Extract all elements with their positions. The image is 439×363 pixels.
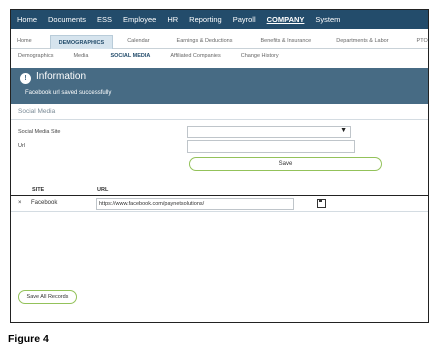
subnav-change-history[interactable]: Change History: [241, 53, 279, 59]
nav-company[interactable]: COMPANY: [267, 15, 305, 24]
url-input[interactable]: [187, 140, 355, 153]
nav-home[interactable]: Home: [17, 15, 37, 24]
nav-hr[interactable]: HR: [167, 15, 178, 24]
section-title: Social Media: [11, 104, 428, 120]
nav-payroll[interactable]: Payroll: [233, 15, 256, 24]
column-url: URL: [97, 187, 109, 193]
info-message: Facebook url saved successfully: [25, 90, 112, 96]
subnav-affiliated-companies[interactable]: Affiliated Companies: [170, 53, 220, 59]
subnav-social-media[interactable]: SOCIAL MEDIA: [110, 53, 150, 59]
save-all-records-button[interactable]: Save All Records: [18, 290, 77, 304]
top-navigation: Home Documents ESS Employee HR Reporting…: [11, 10, 428, 29]
subnav-media[interactable]: Media: [73, 53, 88, 59]
nav-documents[interactable]: Documents: [48, 15, 86, 24]
demographics-subnav: Demographics Media SOCIAL MEDIA Affiliat…: [11, 49, 428, 63]
nav-employee[interactable]: Employee: [123, 15, 156, 24]
tab-pto[interactable]: PTO: [417, 38, 428, 48]
tab-demographics[interactable]: DEMOGRAPHICS: [49, 35, 114, 49]
nav-system[interactable]: System: [315, 15, 340, 24]
row-site: Facebook: [31, 200, 58, 206]
nav-ess[interactable]: ESS: [97, 15, 112, 24]
records-table-header: SITE URL: [11, 186, 428, 196]
tab-departments-labor[interactable]: Departments & Labor: [336, 38, 388, 48]
app-frame: Home Documents ESS Employee HR Reporting…: [10, 9, 429, 323]
tab-earnings-deductions[interactable]: Earnings & Deductions: [177, 38, 233, 48]
save-icon[interactable]: [317, 199, 326, 208]
tab-calendar[interactable]: Calendar: [127, 38, 149, 48]
dropdown-arrow-icon: ▼: [340, 127, 347, 134]
column-site: SITE: [32, 187, 45, 193]
information-banner: ! Information Facebook url saved success…: [11, 68, 428, 104]
alert-icon: !: [20, 73, 31, 84]
social-media-site-label: Social Media Site: [18, 129, 61, 135]
tab-benefits-insurance[interactable]: Benefits & Insurance: [260, 38, 311, 48]
url-label: Url: [18, 143, 26, 149]
remove-row-button[interactable]: ×: [18, 200, 22, 206]
company-subtabs: Home DEMOGRAPHICS Calendar Earnings & De…: [11, 32, 428, 49]
subnav-demographics[interactable]: Demographics: [18, 53, 53, 59]
row-url-input[interactable]: https://www.facebook.com/paynetsolutions…: [96, 198, 294, 210]
save-button[interactable]: Save: [189, 157, 382, 171]
info-title: Information: [36, 71, 87, 82]
tab-home[interactable]: Home: [17, 38, 32, 48]
nav-reporting[interactable]: Reporting: [189, 15, 222, 24]
social-media-site-select[interactable]: ▼: [187, 126, 351, 138]
figure-caption: Figure 4: [8, 333, 49, 345]
content-area: Social Media Site ▼ Url Save SITE URL × …: [11, 120, 428, 322]
table-row: × Facebook https://www.facebook.com/payn…: [11, 197, 428, 212]
